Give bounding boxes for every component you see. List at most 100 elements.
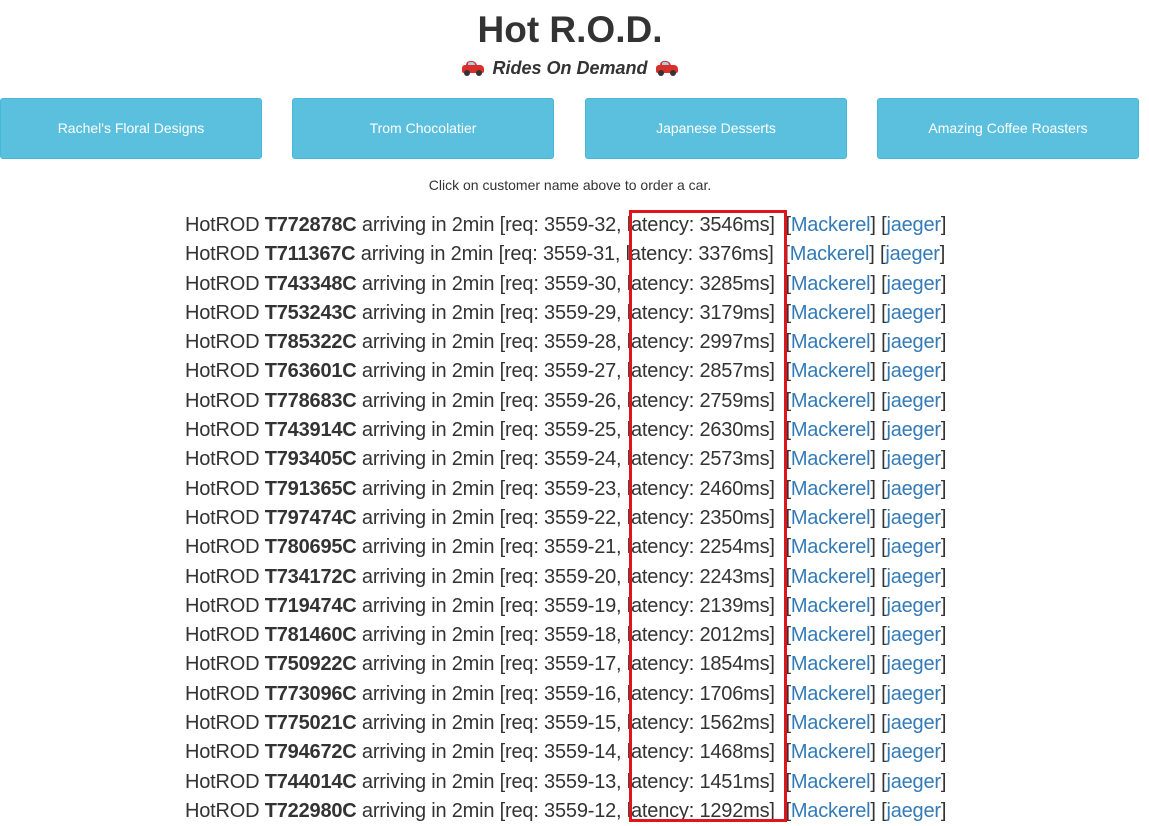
jaeger-link[interactable]: jaeger <box>886 624 941 646</box>
mackerel-link[interactable]: Mackerel <box>791 507 871 529</box>
subtitle-text: Rides On Demand <box>492 58 648 78</box>
ride-eta: arriving in 2min <box>361 272 495 295</box>
ride-prefix: HotROD <box>185 712 260 735</box>
car-id: T734172C <box>264 565 357 588</box>
list-item: HotROD T778683C arriving in 2min [req: 3… <box>185 389 947 412</box>
car-id: T719474C <box>264 594 357 617</box>
car-id: T781460C <box>264 624 357 647</box>
car-id: T772878C <box>264 214 357 236</box>
ride-eta: arriving in 2min <box>361 682 495 705</box>
jaeger-link[interactable]: jaeger <box>886 478 941 500</box>
mackerel-link[interactable]: Mackerel <box>791 741 871 763</box>
ride-prefix: HotROD <box>185 360 260 383</box>
mackerel-link[interactable]: Mackerel <box>791 771 871 793</box>
car-id: T775021C <box>264 712 357 735</box>
mackerel-link[interactable]: Mackerel <box>791 419 871 441</box>
ride-eta: arriving in 2min <box>360 243 494 266</box>
ride-eta: arriving in 2min <box>361 536 495 559</box>
car-id: T778683C <box>264 389 357 412</box>
ride-prefix: HotROD <box>185 565 260 588</box>
mackerel-link[interactable]: Mackerel <box>791 536 871 558</box>
jaeger-link[interactable]: jaeger <box>886 507 941 529</box>
jaeger-link[interactable]: jaeger <box>886 712 941 734</box>
list-item: HotROD T781460C arriving in 2min [req: 3… <box>185 624 947 647</box>
mackerel-link[interactable]: Mackerel <box>791 624 871 646</box>
customer-button-japanese-desserts[interactable]: Japanese Desserts <box>585 98 847 159</box>
latency-value: latency: 3179ms] <box>626 301 775 324</box>
jaeger-link[interactable]: jaeger <box>886 536 941 558</box>
mackerel-link[interactable]: Mackerel <box>791 448 871 470</box>
jaeger-link[interactable]: jaeger <box>886 771 941 793</box>
latency-value: latency: 1854ms] <box>626 653 775 676</box>
latency-value: latency: 2254ms] <box>626 536 775 559</box>
jaeger-link[interactable]: jaeger <box>886 683 941 705</box>
ride-prefix: HotROD <box>185 389 260 412</box>
jaeger-link[interactable]: jaeger <box>886 419 941 441</box>
request-id: [req: 3559-22, <box>499 506 622 529</box>
latency-value: latency: 2997ms] <box>626 331 775 354</box>
mackerel-link[interactable]: Mackerel <box>790 243 870 265</box>
jaeger-link[interactable]: jaeger <box>886 214 941 236</box>
ride-eta: arriving in 2min <box>361 741 495 764</box>
list-item: HotROD T753243C arriving in 2min [req: 3… <box>185 301 947 324</box>
list-item: HotROD T797474C arriving in 2min [req: 3… <box>185 506 947 529</box>
jaeger-link[interactable]: jaeger <box>886 302 941 324</box>
mackerel-link[interactable]: Mackerel <box>791 331 871 353</box>
list-item: HotROD T785322C arriving in 2min [req: 3… <box>185 331 947 354</box>
list-item: HotROD T772878C arriving in 2min [req: 3… <box>185 214 947 236</box>
ride-eta: arriving in 2min <box>361 594 495 617</box>
car-id: T780695C <box>264 536 357 559</box>
list-item: HotROD T722980C arriving in 2min [req: 3… <box>185 799 947 822</box>
jaeger-link[interactable]: jaeger <box>886 653 941 675</box>
latency-value: latency: 2139ms] <box>626 594 775 617</box>
customer-button-rachels-floral-designs[interactable]: Rachel's Floral Designs <box>0 98 262 159</box>
mackerel-link[interactable]: Mackerel <box>791 390 871 412</box>
mackerel-link[interactable]: Mackerel <box>791 478 871 500</box>
jaeger-link[interactable]: jaeger <box>886 566 941 588</box>
request-id: [req: 3559-14, <box>499 741 622 764</box>
jaeger-link[interactable]: jaeger <box>886 390 941 412</box>
request-id: [req: 3559-30, <box>499 272 622 295</box>
latency-value: latency: 3376ms] <box>625 243 774 266</box>
customer-button-amazing-coffee-roasters[interactable]: Amazing Coffee Roasters <box>877 98 1139 159</box>
mackerel-link[interactable]: Mackerel <box>791 214 871 236</box>
jaeger-link[interactable]: jaeger <box>886 331 941 353</box>
latency-value: latency: 2012ms] <box>626 624 775 647</box>
page-subtitle: Rides On Demand <box>0 56 1140 80</box>
request-id: [req: 3559-27, <box>499 360 622 383</box>
request-id: [req: 3559-15, <box>499 712 622 735</box>
mackerel-link[interactable]: Mackerel <box>791 360 871 382</box>
mackerel-link[interactable]: Mackerel <box>791 653 871 675</box>
list-item: HotROD T743348C arriving in 2min [req: 3… <box>185 272 947 295</box>
mackerel-link[interactable]: Mackerel <box>791 683 871 705</box>
list-item: HotROD T775021C arriving in 2min [req: 3… <box>185 712 947 735</box>
mackerel-link[interactable]: Mackerel <box>791 302 871 324</box>
jaeger-link[interactable]: jaeger <box>885 243 940 265</box>
jaeger-link[interactable]: jaeger <box>886 273 941 295</box>
ride-prefix: HotROD <box>185 301 260 324</box>
request-id: [req: 3559-28, <box>499 331 622 354</box>
ride-eta: arriving in 2min <box>361 506 495 529</box>
jaeger-link[interactable]: jaeger <box>886 595 941 617</box>
jaeger-link[interactable]: jaeger <box>886 448 941 470</box>
ride-eta: arriving in 2min <box>361 624 495 647</box>
mackerel-link[interactable]: Mackerel <box>791 566 871 588</box>
request-id: [req: 3559-12, <box>499 799 622 822</box>
jaeger-link[interactable]: jaeger <box>886 741 941 763</box>
ride-prefix: HotROD <box>185 799 260 822</box>
customer-button-trom-chocolatier[interactable]: Trom Chocolatier <box>292 98 554 159</box>
mackerel-link[interactable]: Mackerel <box>791 273 871 295</box>
request-id: [req: 3559-16, <box>499 682 622 705</box>
ride-prefix: HotROD <box>185 653 260 676</box>
request-id: [req: 3559-19, <box>499 594 622 617</box>
mackerel-link[interactable]: Mackerel <box>791 800 871 822</box>
jaeger-link[interactable]: jaeger <box>886 360 941 382</box>
mackerel-link[interactable]: Mackerel <box>791 595 871 617</box>
ride-prefix: HotROD <box>185 331 260 354</box>
list-item: HotROD T719474C arriving in 2min [req: 3… <box>185 594 947 617</box>
latency-value: latency: 3285ms] <box>626 272 775 295</box>
ride-eta: arriving in 2min <box>361 214 495 236</box>
jaeger-link[interactable]: jaeger <box>886 800 941 822</box>
mackerel-link[interactable]: Mackerel <box>791 712 871 734</box>
latency-value: latency: 1292ms] <box>626 799 775 822</box>
